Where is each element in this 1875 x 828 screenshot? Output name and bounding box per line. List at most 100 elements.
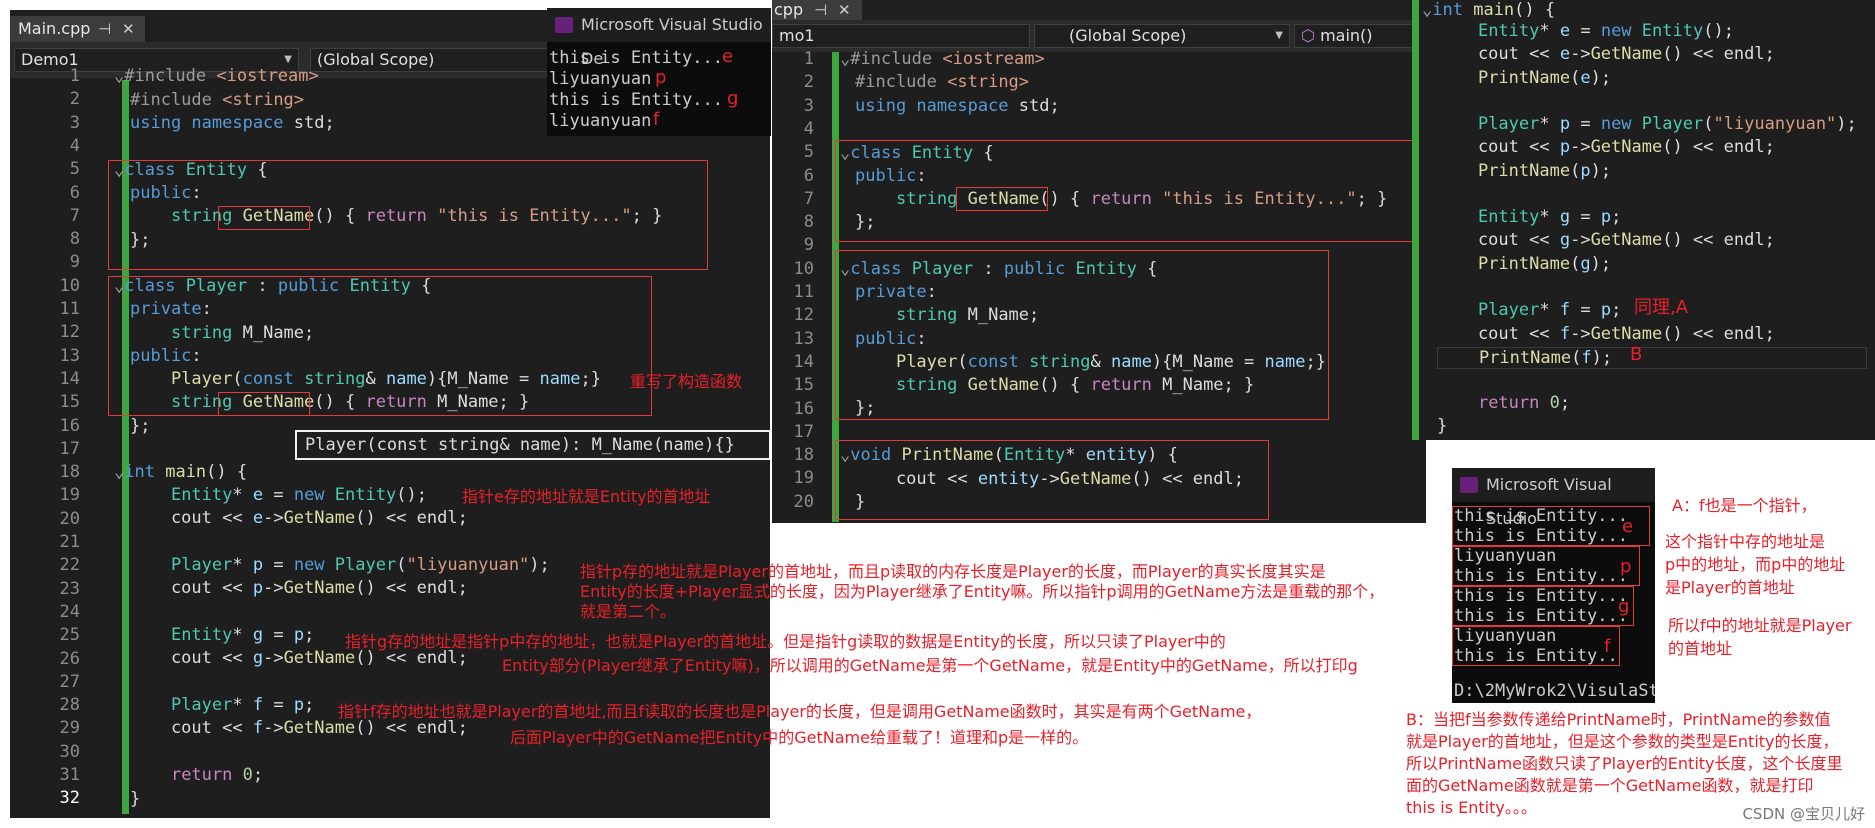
line-number: 20: [793, 491, 814, 512]
scope-dropdown[interactable]: (Global Scope): [310, 48, 550, 72]
code-line: cout << f->GetName() << endl;: [1437, 324, 1775, 344]
change-bar: [1412, 0, 1419, 440]
code-line: cout << g->GetName() << endl;: [1437, 230, 1775, 250]
line-number: 7: [69, 205, 80, 226]
line-number: 4: [69, 135, 80, 156]
console-titlebar: Microsoft Visual Studio De: [547, 8, 771, 68]
scope-label: (Global Scope): [317, 50, 435, 69]
code-line: Entity* g = p;: [170, 625, 315, 645]
function-label: main(): [1320, 26, 1373, 45]
console-letter: p: [1620, 556, 1632, 577]
project-dropdown[interactable]: mo1: [772, 24, 1030, 48]
console-letter: g: [1618, 596, 1630, 617]
line-number: 8: [803, 212, 814, 233]
middle-editor-panel: cpp ⊣ ✕ mo1 (Global Scope) ▼ ⬡ main() ⌄#…: [772, 0, 1426, 523]
annotation-a-3: p中的地址，而p中的地址: [1665, 555, 1846, 574]
console-line: liyuanyuan: [549, 69, 652, 89]
annotation-rewrite-ctor: 重写了构造函数: [630, 372, 743, 391]
line-number: 10: [793, 258, 814, 279]
console-letter: p: [655, 67, 667, 88]
chevron-down-icon: ▼: [1275, 30, 1283, 41]
console-box-g: [1452, 586, 1634, 626]
annotation-g-2: Entity部分(Player继承了Entity嘛)，所以调用的GetName是…: [502, 656, 1358, 675]
code-line: return 0;: [170, 765, 264, 785]
code-line: ⌄int main() {: [114, 462, 248, 482]
console-letter: e: [1622, 516, 1634, 537]
code-line: using namespace std;: [130, 113, 335, 133]
annotation-b-1: B：当把f当参数传递给PrintName时，PrintName的参数值: [1406, 710, 1831, 729]
line-number: 22: [59, 555, 80, 576]
console-box-f: [1452, 626, 1620, 666]
function-dropdown[interactable]: ⬡ main(): [1294, 24, 1426, 48]
annotation-b-4: 面的GetName函数就是第一个GetName函数，就是打印: [1406, 776, 1814, 795]
left-console-window: Microsoft Visual Studio De this is Entit…: [547, 8, 771, 136]
line-number: 7: [803, 188, 814, 209]
highlight-getname-1: [956, 187, 1048, 211]
close-icon[interactable]: ✕: [122, 16, 135, 42]
console-path: D:\2MyWrok2\VisulaSt: [1454, 681, 1655, 701]
highlight-entity-class: [835, 140, 1415, 242]
tooltip-box: Player(const string& name): M_Name(name)…: [295, 430, 770, 460]
line-number: 19: [59, 485, 80, 506]
console-box-p: [1452, 546, 1640, 586]
code-line: ⌄#include <iostream>: [114, 66, 319, 86]
line-number: 1: [803, 49, 814, 69]
annotation-p-3: 就是第二个。: [580, 602, 677, 621]
code-line: Entity* g = p;: [1477, 207, 1622, 227]
tab-main-cpp[interactable]: Main.cpp ⊣ ✕: [10, 16, 145, 42]
line-number: 18: [59, 462, 80, 483]
tab-label: Main.cpp: [18, 19, 91, 38]
code-line: }: [1437, 416, 1448, 436]
line-number: 13: [59, 345, 80, 366]
line-number: 16: [793, 398, 814, 419]
right-editor-panel: ⌄int main() { Entity* e = new Entity(); …: [1412, 0, 1875, 440]
line-number: 30: [59, 741, 80, 762]
annotation-b-2: 就是Player的首地址，但是这个参数的类型是Entity的长度，: [1406, 732, 1839, 751]
line-number: 10: [59, 275, 80, 296]
line-number: 11: [793, 282, 814, 302]
console-letter: g: [727, 88, 739, 109]
line-number: 27: [59, 671, 80, 692]
code-line: cout << p->GetName() << endl;: [130, 578, 468, 598]
console-line: this is Entity...: [549, 90, 723, 110]
annotation-a-4: 是Player的首地址: [1665, 578, 1795, 597]
line-number: 5: [803, 142, 814, 163]
code-line: Player* f = p;: [170, 695, 315, 715]
pin-icon[interactable]: ⊣: [814, 0, 827, 20]
annotation-g-1: 指针g存的地址是指针p中存的地址，也就是Player的首地址。但是指针g读取的数…: [345, 632, 1226, 651]
pin-icon[interactable]: ⊣: [98, 16, 111, 42]
mid-navbar: mo1 (Global Scope) ▼ ⬡ main(): [772, 20, 1426, 52]
code-line: Entity* e = new Entity();: [1477, 21, 1734, 41]
console-line: this is Entity...: [549, 48, 723, 68]
code-line: PrintName(e);: [1477, 68, 1612, 88]
line-number: 17: [793, 421, 814, 442]
tab-label: cpp: [774, 0, 804, 19]
line-number: 13: [793, 328, 814, 349]
visual-studio-icon: [1460, 477, 1478, 493]
code-line: PrintName(f);: [1437, 347, 1867, 369]
annotation-b-3: 所以PrintName函数只读了Player的Entity长度，这个长度里: [1406, 754, 1843, 773]
cube-icon: ⬡: [1301, 26, 1321, 45]
code-line: #include <string>: [130, 90, 305, 110]
line-number: 14: [793, 351, 814, 372]
right-console-window: Microsoft Visual Studio this is Entity..…: [1452, 468, 1655, 703]
tab-cpp[interactable]: cpp ⊣ ✕: [772, 0, 862, 20]
code-line: cout << e->GetName() << endl;: [130, 508, 468, 528]
line-number: 2: [803, 72, 814, 93]
line-number: 18: [793, 445, 814, 466]
close-icon[interactable]: ✕: [838, 0, 851, 20]
annotation-b-mark: B: [1630, 344, 1643, 365]
line-number: 26: [59, 648, 80, 669]
console-box-e: [1452, 506, 1650, 546]
highlight-player-class: [835, 250, 1329, 420]
annotation-a-5: 所以f中的地址就是Player: [1668, 616, 1852, 635]
annotation-f-1: 指针f存的地址也就是Player的首地址,而且f读取的长度也是Player的长度…: [338, 702, 1262, 721]
line-number: 1: [69, 66, 80, 86]
highlight-entity-class: [108, 160, 708, 270]
scope-label: (Global Scope): [1069, 26, 1187, 45]
console-letter: f: [653, 109, 660, 130]
code-line: cout << p->GetName() << endl;: [1437, 137, 1775, 157]
line-number: 5: [69, 159, 80, 180]
line-number: 28: [59, 695, 80, 716]
scope-dropdown[interactable]: (Global Scope) ▼: [1034, 24, 1290, 48]
